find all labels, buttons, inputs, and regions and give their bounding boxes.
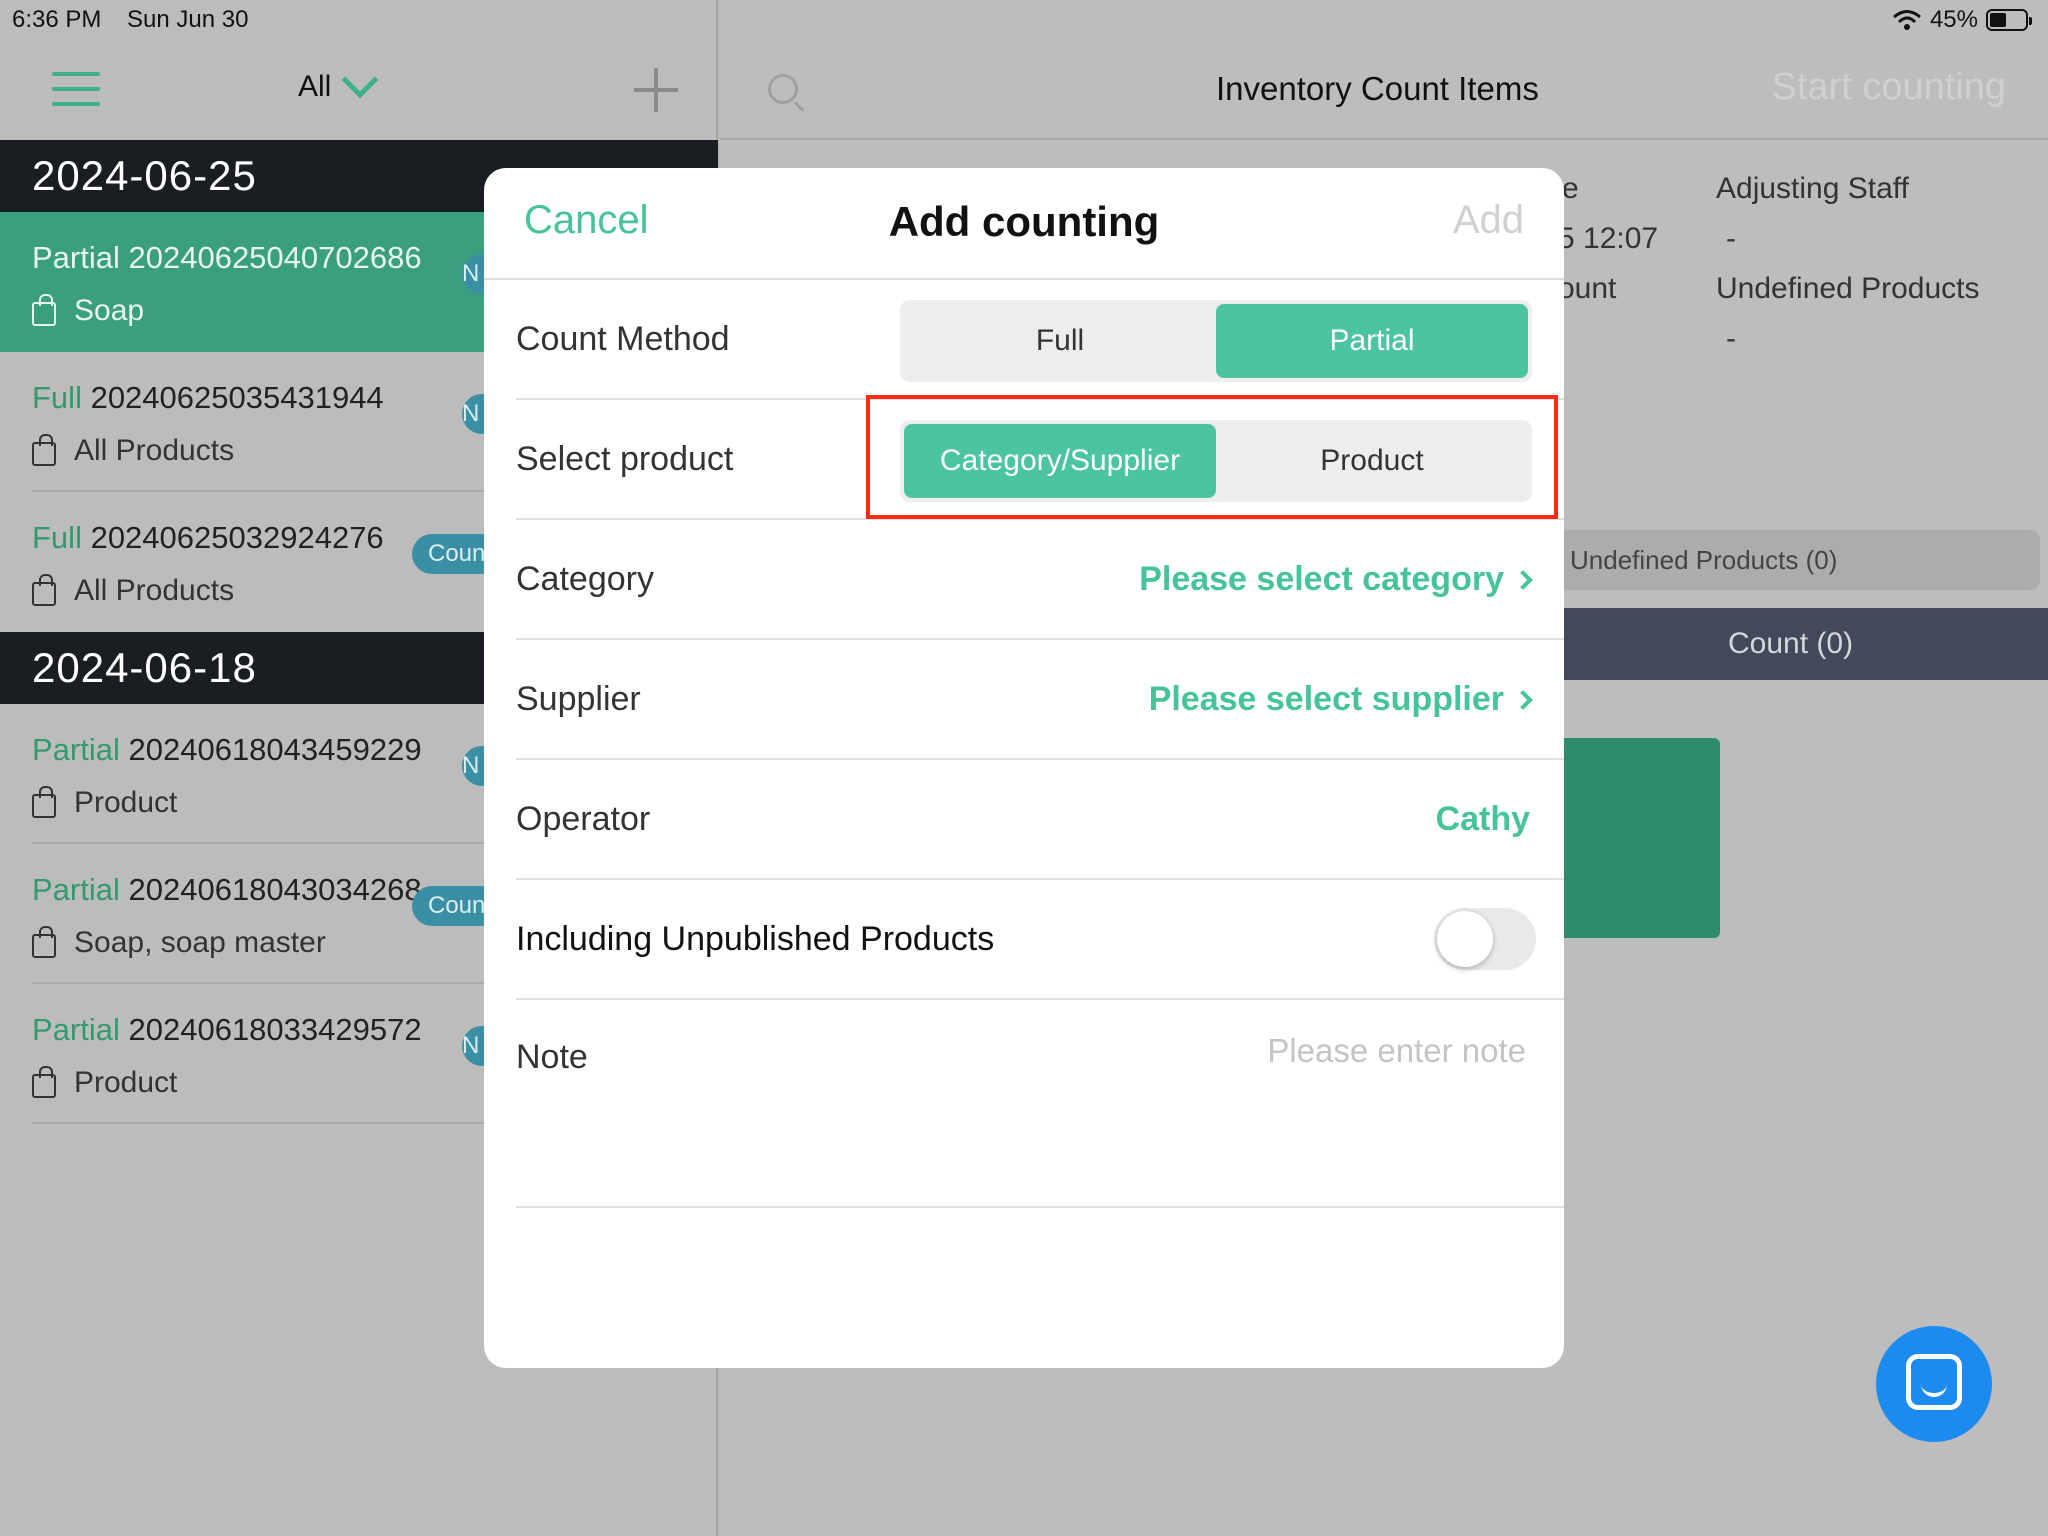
bag-icon [32,574,56,606]
item-scope-text: All Products [74,434,235,467]
select-product-label: Select product [516,440,734,478]
bag-icon [32,1066,56,1098]
count-method-label: Count Method [516,320,730,358]
page-title: Inventory Count Items [1216,70,1539,107]
chevron-right-icon [1513,689,1533,710]
item-scope: Soap, soap master [32,926,326,960]
list-nav-bar: All [0,40,718,140]
operator-row[interactable]: Operator Cathy [516,760,1564,880]
detail-nav-bar: Inventory Count Items Start counting [720,40,2048,140]
adjusting-staff-label: Adjusting Staff [1716,172,1909,205]
select-product-row: Select product Category/Supplier Product [516,400,1564,520]
select-product-segmented: Category/Supplier Product [900,420,1532,502]
supplier-value-text: Please select supplier [1148,680,1504,718]
item-scope: Product [32,1066,177,1100]
item-scope: Soap [32,294,144,328]
item-scope-text: Soap [74,294,145,327]
status-time: 6:36 PM [12,6,102,33]
chevron-right-icon [1513,569,1533,590]
tab-undefined-products[interactable]: Undefined Products (0) [1480,530,2040,590]
item-scope-text: Product [74,786,178,819]
select-product-product[interactable]: Product [1216,424,1528,498]
item-scope: All Products [32,574,234,608]
item-title: Partial 20240625040702686 [32,240,422,276]
adjusting-staff-value: - [1726,222,1736,255]
modal-title: Add counting [888,198,1160,245]
operator-value[interactable]: Cathy [1436,800,1530,839]
plus-icon[interactable] [634,68,678,112]
category-value-text: Please select category [1139,560,1504,598]
item-kind: Partial [32,732,120,767]
item-number: 20240618043459229 [128,732,422,767]
operator-label: Operator [516,800,651,838]
category-value[interactable]: Please select category [1139,560,1533,599]
filter-dropdown[interactable]: All [298,61,379,104]
item-title: Full 20240625035431944 [32,380,384,416]
category-row[interactable]: Category Please select category [516,520,1564,640]
search-icon[interactable] [768,74,798,104]
undefined-products-label: Undefined Products [1716,272,1980,305]
undefined-products-value: - [1726,322,1736,355]
chat-icon[interactable] [1876,1326,1992,1442]
bag-icon [32,294,56,326]
unpublished-row: Including Unpublished Products [516,880,1564,1000]
item-number: 20240618033429572 [128,1012,422,1047]
category-label: Category [516,560,654,598]
item-kind: Partial [32,872,120,907]
item-scope-text: Product [74,1066,178,1099]
chevron-down-icon [341,61,379,99]
count-method-segmented: Full Partial [900,300,1532,382]
item-kind: Partial [32,1012,120,1047]
count-method-row: Count Method Full Partial [516,280,1564,400]
item-title: Full 20240625032924276 [32,520,384,556]
add-button[interactable]: Add [1453,198,1524,243]
item-number: 20240618043034268 [128,872,422,907]
item-scope: All Products [32,434,234,468]
bag-icon [32,786,56,818]
info-fragment: ount [1558,272,1617,305]
item-scope: Product [32,786,177,820]
toggle-knob [1437,911,1493,967]
count-header: Count (0) [1480,608,2048,680]
add-counting-modal: Cancel Add counting Add Count Method Ful… [484,168,1564,1368]
item-scope-text: All Products [74,574,235,607]
select-product-category-supplier[interactable]: Category/Supplier [904,424,1216,498]
status-date: Sun Jun 30 [127,6,249,33]
item-number: 20240625040702686 [128,240,422,275]
item-title: Partial 20240618043034268 [32,872,422,908]
wifi-icon [1892,10,1921,30]
status-right: 45% [1892,6,2032,34]
item-kind: Full [32,520,82,555]
note-row: Note [516,1000,1564,1208]
battery-icon [1986,9,2032,31]
supplier-value[interactable]: Please select supplier [1148,680,1533,719]
unpublished-toggle[interactable] [1434,908,1536,970]
note-label: Note [516,1038,588,1076]
note-field[interactable] [1026,1032,1526,1070]
hamburger-icon[interactable] [52,72,100,106]
filter-label: All [298,70,332,103]
item-kind: Full [32,380,82,415]
item-title: Partial 20240618043459229 [32,732,422,768]
item-number: 20240625035431944 [90,380,384,415]
item-number: 20240625032924276 [90,520,384,555]
item-kind: Partial [32,240,120,275]
start-counting-button[interactable]: Start counting [1772,66,2006,109]
item-scope-text: Soap, soap master [74,926,326,959]
supplier-label: Supplier [516,680,641,718]
unpublished-label: Including Unpublished Products [516,920,995,958]
info-fragment: 5 12:07 [1558,222,1659,255]
battery-percent: 45% [1929,6,1978,33]
supplier-row[interactable]: Supplier Please select supplier [516,640,1564,760]
info-fragment: e [1562,172,1579,205]
count-method-full[interactable]: Full [904,304,1216,378]
modal-header: Cancel Add counting Add [484,168,1564,280]
bag-icon [32,926,56,958]
count-method-partial[interactable]: Partial [1216,304,1528,378]
status-bar: 6:36 PM Sun Jun 30 45% [0,0,2048,40]
bag-icon [32,434,56,466]
item-title: Partial 20240618033429572 [32,1012,422,1048]
